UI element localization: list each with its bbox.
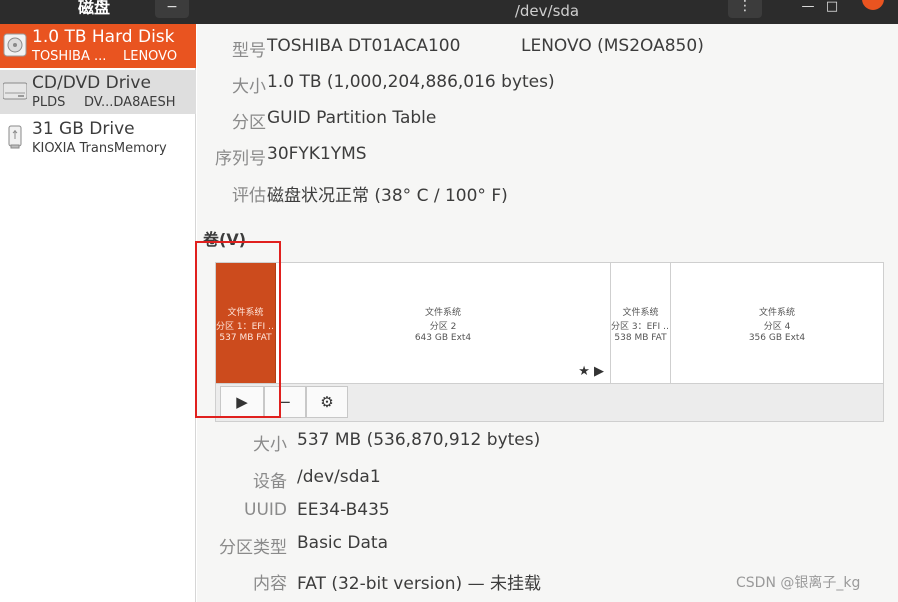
partitioning-value: GUID Partition Table — [267, 108, 437, 128]
title-bar: 磁盘 − /dev/sda ⋮ — □ — [0, 0, 898, 24]
maximize-button[interactable]: □ — [822, 0, 842, 16]
volume-toolbar: ▶ − ⚙ — [215, 384, 884, 422]
drive-model: DV...DA8AESH — [84, 95, 176, 110]
optical-drive-icon — [3, 82, 27, 100]
assessment-label: 评估 — [232, 186, 266, 206]
disks-app-window: 磁盘 − /dev/sda ⋮ — □ 1.0 TB Hard Disk TOS… — [0, 0, 898, 602]
contents-label: 内容 — [253, 574, 287, 594]
drive-name: 1.0 TB Hard Disk — [32, 27, 175, 47]
size-value: 1.0 TB (1,000,204,886,016 bytes) — [267, 72, 555, 92]
model-label: 型号 — [232, 41, 266, 61]
contents-value: FAT (32-bit version) — 未挂载 — [297, 574, 542, 594]
drive-item-usb[interactable]: 31 GB Drive KIOXIA TransMemory — [0, 116, 196, 160]
volume-map: 文件系统 分区 1：EFI … 537 MB FAT 文件系统 分区 2 643… — [215, 262, 884, 384]
mounted-default-markers: ★ ▶ — [578, 364, 604, 379]
partition-settings-button[interactable]: ⚙ — [306, 386, 348, 418]
uuid-row: UUID EE34-B435 — [197, 500, 898, 526]
assessment-value: 磁盘状况正常 (38° C / 100° F) — [267, 186, 508, 206]
minimize-button[interactable]: — — [798, 0, 818, 16]
drive-vendor: KIOXIA TransMemory — [32, 141, 167, 156]
partition-type-row: 分区类型 Basic Data — [197, 533, 898, 559]
volume-size: 643 GB Ext4 — [414, 333, 472, 343]
partition-size-row: 大小 537 MB (536,870,912 bytes) — [197, 430, 898, 456]
size-row: 大小 1.0 TB (1,000,204,886,016 bytes) — [197, 72, 898, 98]
drive-vendor: PLDS — [32, 95, 66, 110]
partition-size-label: 大小 — [253, 435, 287, 455]
drive-model: LENOVO — [123, 49, 178, 64]
drive-name: 31 GB Drive — [32, 119, 135, 139]
serial-row: 序列号 30FYK1YMS — [197, 144, 898, 170]
drive-name: CD/DVD Drive — [32, 73, 151, 93]
drive-item-hard-disk[interactable]: 1.0 TB Hard Disk TOSHIBA ... LENOVO — [0, 24, 196, 68]
device-label: 设备 — [253, 472, 287, 492]
volume-name: 分区 4 — [763, 322, 791, 332]
drive-list-sidebar: 1.0 TB Hard Disk TOSHIBA ... LENOVO CD/D… — [0, 24, 196, 602]
serial-value: 30FYK1YMS — [267, 144, 367, 164]
model-value-2: LENOVO (MS2OA850) — [521, 36, 704, 56]
volume-type: 文件系统 — [622, 308, 659, 318]
assessment-row: 评估 磁盘状况正常 (38° C / 100° F) — [197, 181, 898, 207]
device-row: 设备 /dev/sda1 — [197, 467, 898, 493]
volume-name: 分区 2 — [429, 322, 457, 332]
watermark: CSDN @银离子_kg — [736, 575, 861, 591]
serial-label: 序列号 — [215, 149, 266, 169]
more-options-button[interactable]: ⋮ — [728, 0, 762, 18]
usb-drive-icon — [8, 125, 22, 149]
partition-type-value: Basic Data — [297, 533, 389, 553]
annotation-highlight-box — [195, 241, 281, 418]
model-value: TOSHIBA DT01ACA100 — [267, 36, 461, 56]
volume-size: 356 GB Ext4 — [748, 333, 806, 343]
drive-details-panel: 型号 TOSHIBA DT01ACA100 LENOVO (MS2OA850) … — [197, 24, 898, 602]
uuid-value: EE34-B435 — [297, 500, 390, 520]
partition-size-value: 537 MB (536,870,912 bytes) — [297, 430, 541, 450]
hard-disk-icon — [3, 33, 27, 57]
volume-type: 文件系统 — [424, 308, 461, 318]
volume-size: 538 MB FAT — [614, 333, 667, 343]
volume-segment-partition-4[interactable]: 文件系统 分区 4 356 GB Ext4 — [671, 263, 883, 383]
volume-type: 文件系统 — [758, 308, 795, 318]
drive-vendor: TOSHIBA ... — [32, 49, 107, 64]
drive-item-cd-dvd[interactable]: CD/DVD Drive PLDS DV...DA8AESH — [0, 70, 196, 114]
size-label: 大小 — [232, 77, 266, 97]
volume-segment-partition-3[interactable]: 文件系统 分区 3：EFI … 538 MB FAT — [611, 263, 671, 383]
partitioning-label: 分区 — [232, 113, 266, 133]
uuid-label: UUID — [244, 500, 287, 520]
window-title: /dev/sda — [514, 2, 580, 20]
partitioning-row: 分区 GUID Partition Table — [197, 108, 898, 134]
volume-name: 分区 3：EFI … — [611, 322, 670, 332]
volume-segment-partition-2[interactable]: 文件系统 分区 2 643 GB Ext4 ★ ▶ — [276, 263, 611, 383]
partition-type-label: 分区类型 — [219, 538, 287, 558]
model-row: 型号 TOSHIBA DT01ACA100 LENOVO (MS2OA850) — [197, 36, 898, 62]
device-value: /dev/sda1 — [297, 467, 381, 487]
